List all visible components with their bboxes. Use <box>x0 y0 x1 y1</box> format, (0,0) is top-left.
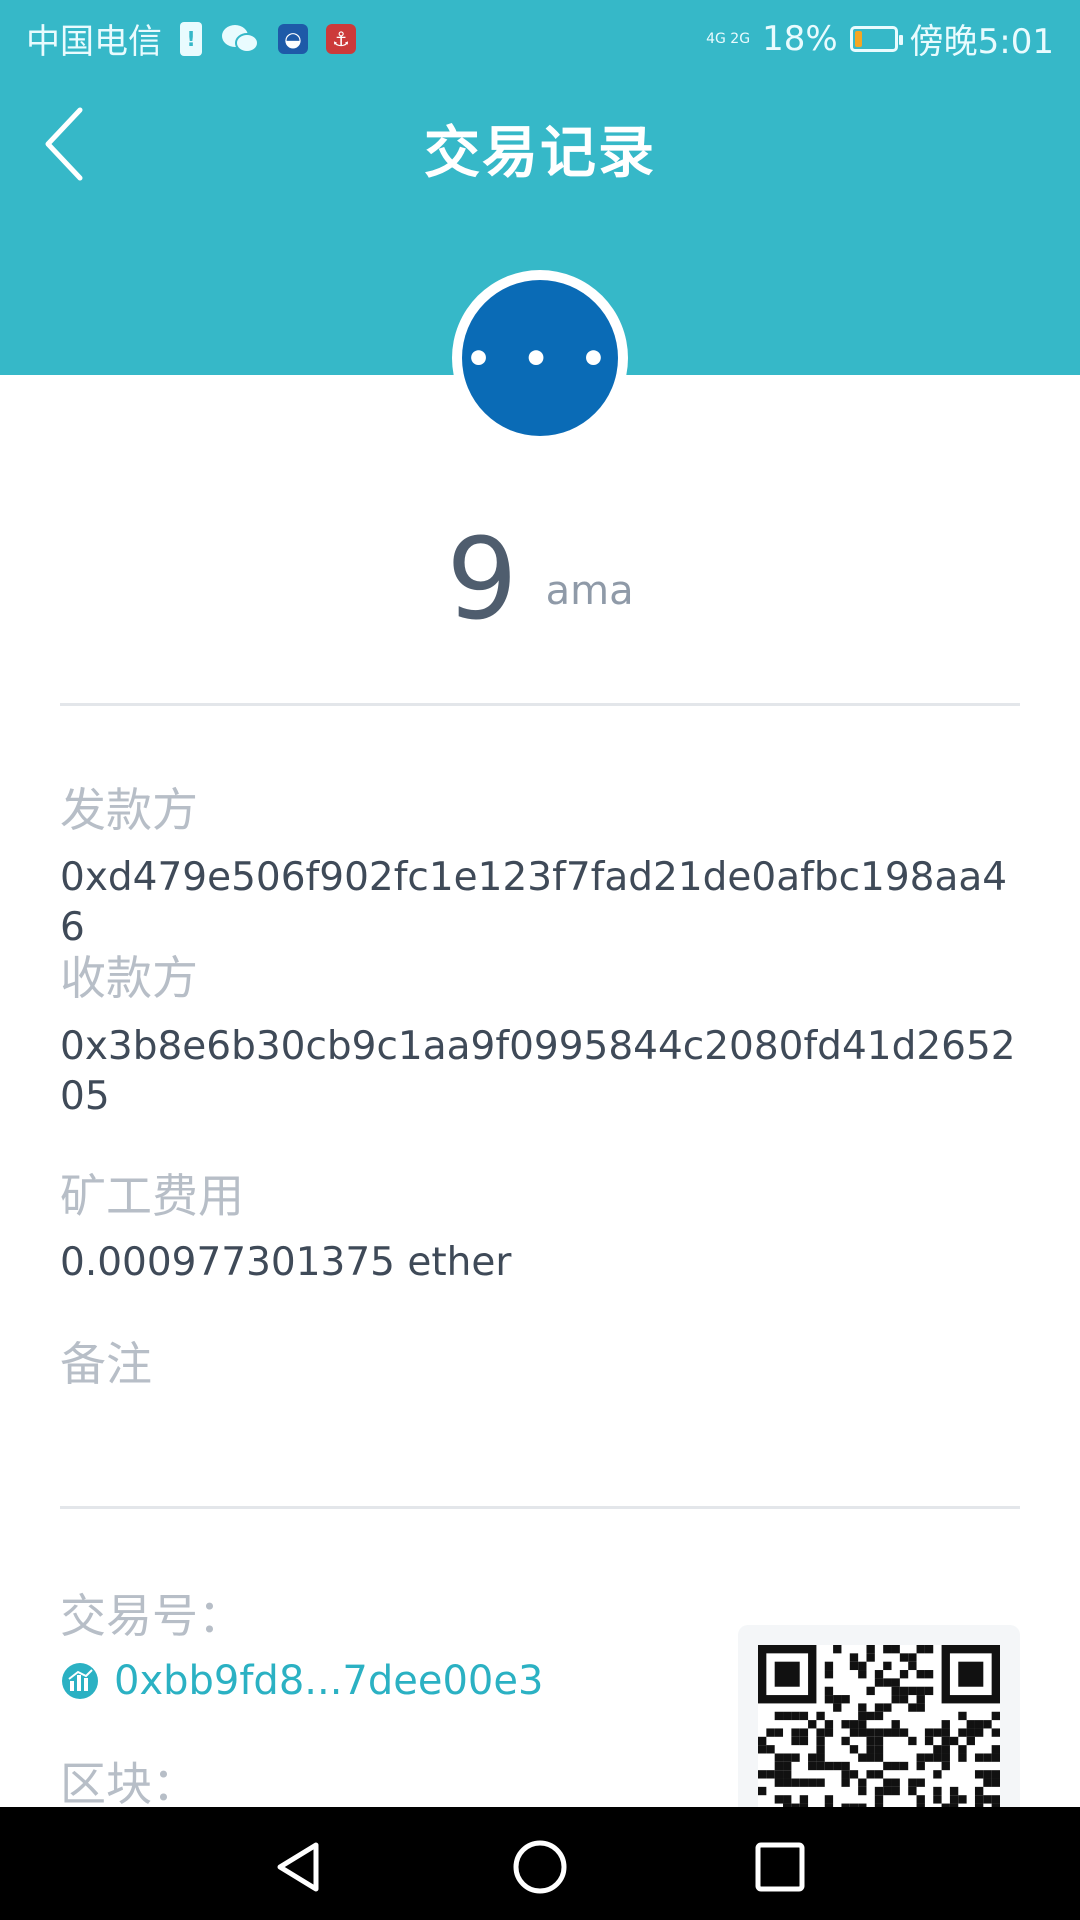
carrier-name: 中国电信 <box>26 22 162 62</box>
battery-icon <box>849 25 903 52</box>
navigation-bar <box>0 1807 1080 1920</box>
fee-value: 0.000977301375 ether <box>60 1240 512 1285</box>
page-title: 交易记录 <box>424 121 656 186</box>
circle-home-icon <box>513 1840 567 1894</box>
sim-alert-icon: ! <box>180 21 202 56</box>
sender-label: 发款方 <box>60 783 198 837</box>
notification-app-icon: ◒ <box>278 23 308 54</box>
sender-address: 0xd479e506f902fc1e123f7fad21de0afbc198aa… <box>60 855 1008 950</box>
note-label: 备注 <box>60 1337 152 1391</box>
status-bar-left: 中国电信 ! ◒ ⚓ <box>26 14 356 63</box>
clock-time: 傍晚5:01 <box>909 22 1054 62</box>
square-recents-icon <box>755 1842 805 1892</box>
notification-app-icon-2: ⚓ <box>326 23 356 54</box>
nav-home-button[interactable] <box>510 1837 570 1897</box>
signal-icon: 4G 2G <box>706 30 751 47</box>
battery-percent: 18% <box>762 18 838 59</box>
tx-label: 交易号： <box>60 1589 244 1643</box>
tx-hash-link[interactable]: 0xbb9fd8...7dee00e3 <box>60 1658 543 1704</box>
receiver-address: 0x3b8e6b30cb9c1aa9f0995844c2080fd41d2652… <box>60 1024 1016 1119</box>
triangle-back-icon <box>277 1842 319 1892</box>
divider <box>60 703 1020 706</box>
chart-icon <box>62 1663 98 1699</box>
nav-back-button[interactable] <box>270 1837 330 1897</box>
tx-hash[interactable]: 0xbb9fd8...7dee00e3 <box>114 1658 543 1704</box>
nav-recents-button[interactable] <box>750 1837 810 1897</box>
status-bar: 中国电信 ! ◒ ⚓ 4G 2G 18% 傍晚5:01 <box>0 0 1080 74</box>
receiver-label: 收款方 <box>60 951 198 1005</box>
fee-label: 矿工费用 <box>60 1169 244 1223</box>
more-dots-icon: • • • <box>462 280 618 436</box>
status-bar-right: 4G 2G 18% 傍晚5:01 <box>706 14 1054 63</box>
amount-value: 9 <box>446 515 518 645</box>
amount-display: 9 ama <box>0 515 1080 645</box>
amount-unit: ama <box>545 568 634 614</box>
block-label: 区块： <box>60 1757 198 1811</box>
wechat-icon <box>220 22 260 56</box>
battery-level <box>854 30 862 47</box>
divider <box>60 1506 1020 1509</box>
